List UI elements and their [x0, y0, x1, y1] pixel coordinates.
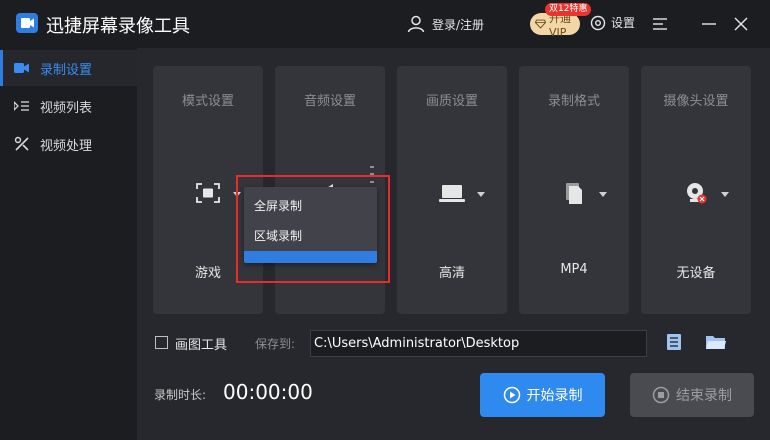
sidebar-item-label: 视频处理 — [40, 138, 93, 154]
menu-icon — [653, 18, 667, 30]
quality-settings-card[interactable]: 画质设置 高清 — [397, 66, 507, 314]
camera-settings-card[interactable]: 摄像头设置 无设备 — [641, 66, 751, 314]
video-camera-icon — [14, 60, 30, 76]
menu-button[interactable] — [648, 12, 672, 36]
app-title: 迅捷屏幕录像工具 — [46, 16, 190, 37]
sidebar-item-video-processing[interactable]: 视频处理 — [0, 126, 137, 162]
minimize-icon — [702, 23, 716, 25]
chevron-down-icon — [599, 192, 607, 197]
card-title: 画质设置 — [425, 94, 478, 109]
card-title: 摄像头设置 — [663, 94, 729, 109]
start-recording-label: 开始录制 — [526, 388, 583, 404]
highlight-box — [236, 175, 390, 283]
user-icon — [407, 15, 425, 33]
close-icon — [734, 17, 748, 31]
card-title: 录制格式 — [547, 94, 600, 109]
login-button[interactable]: 登录/注册 — [406, 12, 484, 36]
sidebar-item-record-settings[interactable]: 录制设置 — [0, 50, 137, 86]
gear-icon — [590, 15, 606, 30]
settings-label: 设置 — [611, 16, 636, 30]
play-circle-icon — [503, 386, 520, 404]
chevron-down-icon — [477, 192, 485, 197]
list-detail-icon — [667, 334, 681, 350]
stop-circle-icon — [652, 386, 670, 404]
sidebar: 录制设置 视频列表 视频处理 — [0, 48, 137, 440]
browse-folder-button[interactable] — [704, 331, 728, 353]
open-list-button[interactable] — [664, 331, 684, 353]
sidebar-item-label: 视频列表 — [40, 100, 93, 116]
promo-badge: 双12特惠 — [545, 3, 592, 16]
chevron-down-icon — [721, 192, 729, 197]
laptop-icon — [437, 180, 467, 206]
card-value: 无设备 — [676, 266, 716, 281]
duration-value: 00:00:00 — [223, 380, 313, 404]
sidebar-item-label: 录制设置 — [40, 62, 93, 78]
card-value: 高清 — [438, 266, 465, 281]
save-path-input[interactable] — [310, 330, 647, 357]
drawing-tool-label: 画图工具 — [175, 338, 228, 353]
tools-icon — [14, 136, 30, 152]
stop-recording-label: 结束录制 — [676, 388, 732, 404]
stop-recording-button[interactable]: 结束录制 — [630, 373, 754, 417]
app-logo-icon — [16, 13, 38, 33]
file-icon — [559, 180, 589, 206]
save-to-label: 保存到: — [255, 337, 296, 351]
sidebar-item-video-list[interactable]: 视频列表 — [0, 88, 137, 124]
close-button[interactable] — [729, 12, 753, 36]
card-title: 音频设置 — [303, 94, 356, 109]
folder-icon — [706, 336, 726, 349]
start-recording-button[interactable]: 开始录制 — [480, 373, 605, 417]
minimize-button[interactable] — [697, 12, 721, 36]
list-icon — [14, 98, 30, 114]
login-label: 登录/注册 — [432, 17, 485, 32]
drawing-tool-checkbox[interactable] — [155, 336, 168, 349]
card-title: 模式设置 — [181, 94, 234, 109]
duration-label: 录制时长: — [154, 388, 207, 402]
settings-button[interactable]: 设置 — [590, 14, 635, 31]
card-value: MP4 — [560, 262, 588, 277]
format-settings-card[interactable]: 录制格式 MP4 — [519, 66, 629, 314]
title-bar: 迅捷屏幕录像工具 登录/注册 开通VIP 双12特惠 设置 — [0, 0, 770, 48]
webcam-disabled-icon — [681, 180, 711, 206]
fullscreen-icon — [193, 180, 223, 206]
diamond-icon — [535, 19, 547, 29]
vip-button[interactable]: 开通VIP — [530, 12, 580, 39]
